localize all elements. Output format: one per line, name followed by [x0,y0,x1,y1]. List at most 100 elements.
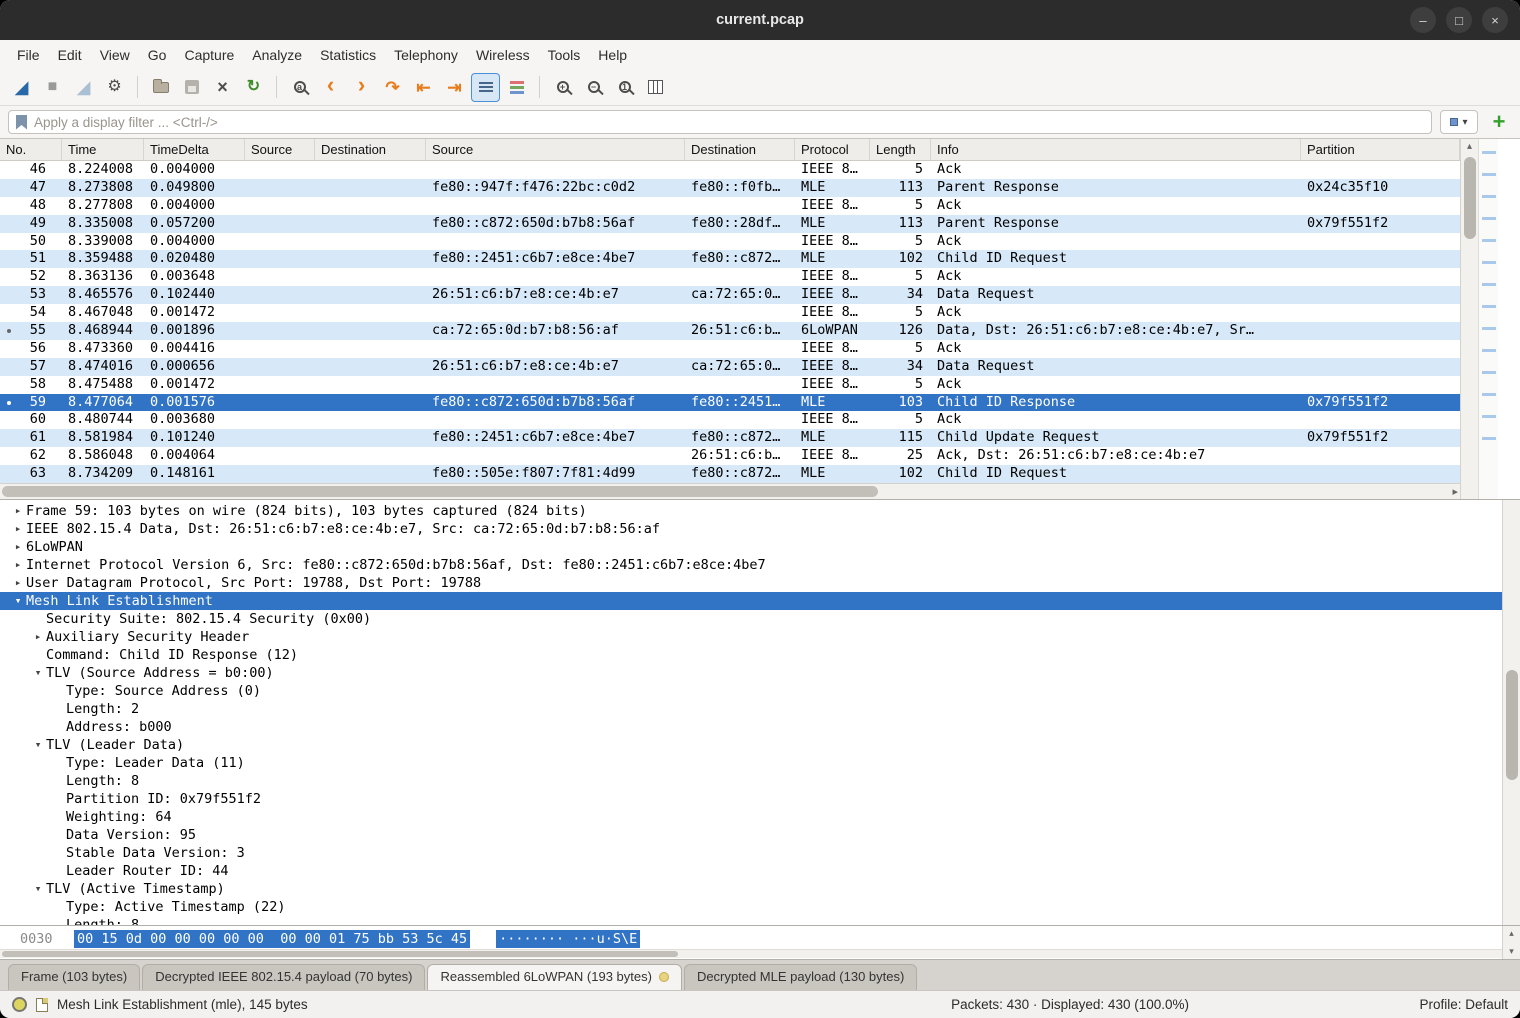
detail-line[interactable]: ▸User Datagram Protocol, Src Port: 19788… [0,574,1502,592]
detail-line[interactable]: Stable Data Version: 3 [0,844,1502,862]
menu-item-wireless[interactable]: Wireless [467,42,539,68]
maximize-button[interactable]: □ [1446,7,1472,33]
detail-line[interactable]: Command: Child ID Response (12) [0,646,1502,664]
scroll-up-icon[interactable]: ▴ [1461,141,1478,152]
scroll-right-icon[interactable]: ▸ [1452,485,1458,498]
expander-icon[interactable]: ▸ [10,574,26,592]
column-header-info[interactable]: Info [931,139,1301,160]
stop-capture-button[interactable]: ■ [38,73,67,102]
hex-dump[interactable]: 0030 00 15 0d 00 00 00 00 00 00 00 01 75… [0,926,1502,959]
menu-item-capture[interactable]: Capture [175,42,243,68]
go-forward-button[interactable]: › [347,73,376,102]
filter-bookmark-icon[interactable] [16,115,27,130]
detail-line[interactable]: Length: 8 [0,916,1502,925]
zoom-original-button[interactable]: 1 [610,73,639,102]
expander-icon[interactable]: ▸ [30,628,46,646]
byte-tab[interactable]: Reassembled 6LoWPAN (193 bytes) [427,964,681,990]
column-header-length[interactable]: Length [870,139,931,160]
column-header-destination-2[interactable]: Destination [685,139,795,160]
byte-tab[interactable]: Frame (103 bytes) [8,964,140,990]
expander-icon[interactable]: ▸ [10,502,26,520]
close-file-button[interactable]: × [208,73,237,102]
detail-line[interactable]: Length: 8 [0,772,1502,790]
column-header-time[interactable]: Time [62,139,144,160]
detail-line[interactable]: ▸Frame 59: 103 bytes on wire (824 bits),… [0,502,1502,520]
detail-line[interactable]: ▾TLV (Leader Data) [0,736,1502,754]
packet-row-54[interactable]: 548.4670480.001472IEEE 8…5Ack [0,304,1460,322]
menu-item-analyze[interactable]: Analyze [243,42,311,68]
find-packet-button[interactable]: a [285,73,314,102]
expander-icon[interactable]: ▸ [10,556,26,574]
packet-row-60[interactable]: 608.4807440.003680IEEE 8…5Ack [0,411,1460,429]
byte-tab[interactable]: Decrypted IEEE 802.15.4 payload (70 byte… [142,964,425,990]
start-capture-button[interactable]: ◢ [7,73,36,102]
menu-item-tools[interactable]: Tools [539,42,590,68]
menu-item-view[interactable]: View [91,42,139,68]
packet-row-62[interactable]: 628.5860480.00406426:51:c6:b…IEEE 8…25Ac… [0,447,1460,465]
status-profile[interactable]: Profile: Default [1198,997,1508,1012]
menu-item-file[interactable]: File [8,42,49,68]
capture-options-button[interactable]: ⚙ [100,73,129,102]
title-bar[interactable]: current.pcap – □ × [0,0,1520,40]
detail-line[interactable]: Type: Active Timestamp (22) [0,898,1502,916]
detail-line[interactable]: ▸Internet Protocol Version 6, Src: fe80:… [0,556,1502,574]
scroll-up-icon[interactable]: ▴ [1509,928,1514,939]
detail-line[interactable]: Leader Router ID: 44 [0,862,1502,880]
detail-line[interactable]: Security Suite: 802.15.4 Security (0x00) [0,610,1502,628]
column-header-partition[interactable]: Partition [1301,139,1460,160]
menu-item-edit[interactable]: Edit [49,42,91,68]
detail-line[interactable]: Type: Source Address (0) [0,682,1502,700]
save-file-button[interactable] [177,73,206,102]
column-header-destination[interactable]: Destination [315,139,426,160]
column-header-protocol[interactable]: Protocol [795,139,870,160]
first-packet-button[interactable]: ⇤ [409,73,438,102]
scrollbar-thumb[interactable] [2,951,678,957]
packet-row-55[interactable]: 558.4689440.001896ca:72:65:0d:b7:b8:56:a… [0,322,1460,340]
expander-icon[interactable]: ▾ [30,880,46,898]
packet-row-47[interactable]: 478.2738080.049800fe80::947f:f476:22bc:c… [0,179,1460,197]
packet-row-63[interactable]: 638.7342090.148161fe80::505e:f807:7f81:4… [0,465,1460,483]
hex-bytes[interactable]: 00 15 0d 00 00 00 00 00 00 00 01 75 bb 5… [74,930,470,948]
packet-list-minimap[interactable] [1478,139,1498,499]
display-filter-input[interactable] [34,115,1424,130]
hex-dump-row[interactable]: 0030 00 15 0d 00 00 00 00 00 00 00 01 75… [0,929,1502,948]
hex-vertical-scrollbar[interactable]: ▴ ▾ [1502,926,1520,959]
detail-line[interactable]: ▾TLV (Source Address = b0:00) [0,664,1502,682]
hex-horizontal-scrollbar[interactable] [0,949,1502,958]
packet-row-48[interactable]: 488.2778080.004000IEEE 8…5Ack [0,197,1460,215]
scrollbar-thumb[interactable] [2,486,878,497]
packet-row-51[interactable]: 518.3594880.020480fe80::2451:c6b7:e8ce:4… [0,250,1460,268]
expander-icon[interactable]: ▸ [10,520,26,538]
scrollbar-thumb[interactable] [1506,670,1518,780]
packet-row-58[interactable]: 588.4754880.001472IEEE 8…5Ack [0,376,1460,394]
last-packet-button[interactable]: ⇥ [440,73,469,102]
reload-file-button[interactable]: ↻ [239,73,268,102]
capture-comment-icon[interactable] [36,998,48,1012]
menu-item-go[interactable]: Go [139,42,176,68]
auto-scroll-button[interactable] [471,73,500,102]
packet-row-49[interactable]: 498.3350080.057200fe80::c872:650d:b7b8:5… [0,215,1460,233]
packet-row-53[interactable]: 538.4655760.10244026:51:c6:b7:e8:ce:4b:e… [0,286,1460,304]
expander-icon[interactable]: ▾ [10,592,26,610]
packet-row-50[interactable]: 508.3390080.004000IEEE 8…5Ack [0,233,1460,251]
detail-line[interactable]: Data Version: 95 [0,826,1502,844]
resize-columns-button[interactable] [641,73,670,102]
detail-line[interactable]: ▸6LoWPAN [0,538,1502,556]
minimize-button[interactable]: – [1410,7,1436,33]
menu-item-statistics[interactable]: Statistics [311,42,385,68]
expert-info-icon[interactable] [12,997,27,1012]
colorize-packets-button[interactable] [502,73,531,102]
zoom-out-button[interactable]: − [579,73,608,102]
go-to-packet-button[interactable]: ↷ [378,73,407,102]
expander-icon[interactable]: ▸ [10,538,26,556]
close-button[interactable]: × [1482,7,1508,33]
detail-line[interactable]: Weighting: 64 [0,808,1502,826]
detail-line[interactable]: Length: 2 [0,700,1502,718]
column-header-timedelta[interactable]: TimeDelta [144,139,245,160]
detail-line[interactable]: Address: b000 [0,718,1502,736]
add-filter-button[interactable]: + [1486,109,1512,135]
detail-line[interactable]: ▸Auxiliary Security Header [0,628,1502,646]
scrollbar-thumb[interactable] [1464,157,1476,239]
menu-item-help[interactable]: Help [589,42,636,68]
column-header-no[interactable]: No. [0,139,62,160]
